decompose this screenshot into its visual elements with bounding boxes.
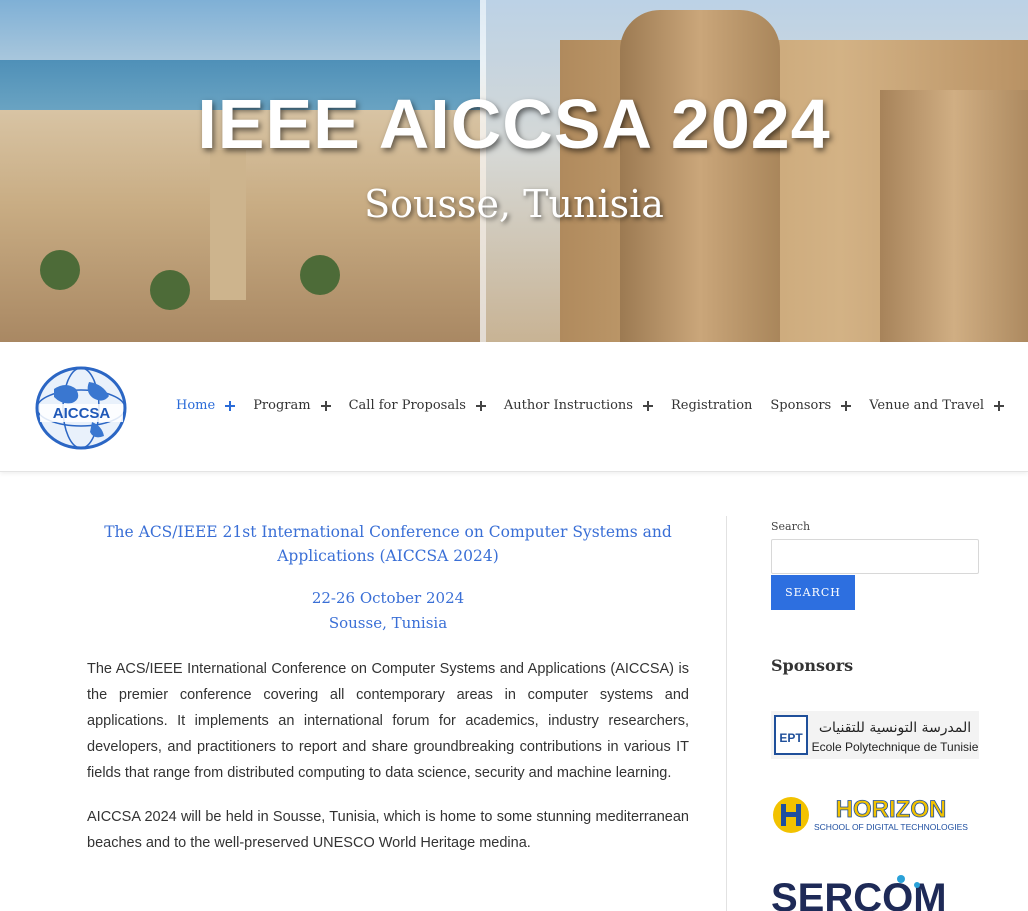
sponsor-horizon-logo[interactable]: HORIZON SCHOOL OF DIGITAL TECHNOLOGIES — [771, 795, 979, 835]
main-nav: Home Program Call for Proposals Author I… — [176, 398, 1022, 413]
nav-item-program[interactable]: Program — [253, 398, 331, 413]
conference-title: The ACS/IEEE 21st International Conferen… — [104, 523, 672, 565]
horizon-name: HORIZON — [836, 796, 947, 823]
sponsor-ept-logo[interactable]: EPT المدرسة التونسية للتقنيات Ecole Poly… — [771, 711, 979, 759]
plus-icon[interactable] — [475, 400, 486, 411]
sercom-dot-icon — [914, 882, 920, 888]
search-button[interactable]: SEARCH — [771, 575, 855, 610]
aiccsa-logo[interactable]: AICCSA — [34, 364, 129, 452]
horizon-tagline: SCHOOL OF DIGITAL TECHNOLOGIES — [814, 822, 968, 832]
main-content: The ACS/IEEE 21st International Conferen… — [87, 520, 689, 856]
nav-item-home[interactable]: Home — [176, 398, 236, 413]
conference-location: Sousse, Tunisia — [328, 614, 448, 632]
hero-banner: IEEE AICCSA 2024 Sousse, Tunisia — [0, 0, 1028, 342]
plus-icon[interactable] — [225, 400, 236, 411]
hero-divider — [480, 0, 486, 342]
nav-item-sponsors[interactable]: Sponsors — [770, 398, 852, 413]
hero-tower — [620, 10, 780, 342]
sercom-dot-icon — [897, 875, 905, 883]
plus-icon[interactable] — [320, 400, 331, 411]
ept-mark: EPT — [779, 731, 803, 745]
conference-date: 22-26 October 2024 Sousse, Tunisia — [87, 586, 689, 636]
hero-palm — [300, 255, 340, 295]
ept-name: Ecole Polytechnique de Tunisie — [812, 740, 979, 754]
hero-subtitle: Sousse, Tunisia — [364, 182, 664, 226]
plus-icon[interactable] — [994, 400, 1005, 411]
column-divider — [726, 516, 727, 911]
conference-dates: 22-26 October 2024 — [311, 589, 465, 607]
nav-item-call-for-proposals[interactable]: Call for Proposals — [349, 398, 486, 413]
sidebar: Search SEARCH Sponsors — [771, 520, 979, 675]
nav-item-venue-and-travel[interactable]: Venue and Travel — [869, 398, 1005, 413]
search-label: Search — [771, 520, 811, 533]
intro-paragraph: The ACS/IEEE International Conference on… — [87, 661, 689, 781]
search-input[interactable] — [771, 539, 979, 574]
ept-arabic-name: المدرسة التونسية للتقنيات — [819, 720, 971, 736]
nav-item-registration[interactable]: Registration — [671, 398, 752, 413]
hero-palm — [40, 250, 80, 290]
venue-paragraph: AICCSA 2024 will be held in Sousse, Tuni… — [87, 809, 689, 851]
site-header: AICCSA Home Program Call for Proposals A… — [0, 342, 1028, 472]
hero-title: IEEE AICCSA 2024 — [197, 85, 831, 163]
sponsors-heading: Sponsors — [771, 656, 854, 675]
sercom-name: SERCOM — [771, 876, 947, 911]
plus-icon[interactable] — [642, 400, 653, 411]
sponsor-sercom-logo[interactable]: SERCOM — [771, 869, 979, 911]
logo-text: AICCSA — [53, 405, 111, 422]
nav-item-author-instructions[interactable]: Author Instructions — [504, 398, 653, 413]
hero-palm — [150, 270, 190, 310]
plus-icon[interactable] — [841, 400, 852, 411]
